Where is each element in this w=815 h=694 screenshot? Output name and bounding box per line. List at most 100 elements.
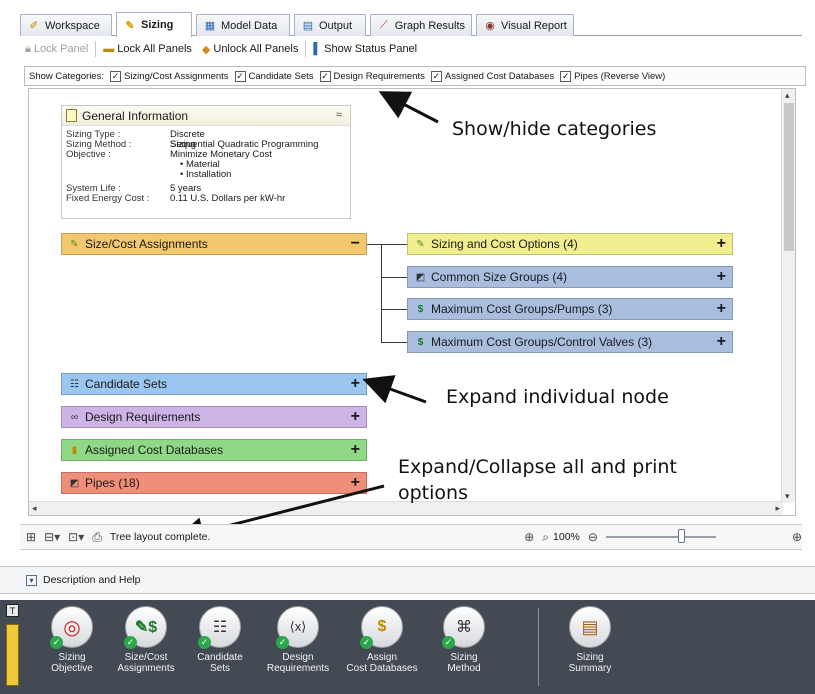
sizing-navigation-bar: T ◎ ✓ Sizing Objective ✎$ ✓ Size/Cost Assi… (0, 600, 815, 694)
nav-candidate-sets[interactable]: ☷ ✓ Candidate Sets (178, 606, 262, 674)
tab-model-data[interactable]: ▦ Model Data (196, 14, 290, 36)
check-icon: ✓ (276, 636, 289, 649)
description-and-help-label: Description and Help (43, 574, 141, 586)
lock-icon: 🔒︎ (25, 42, 31, 55)
checkbox-checked-icon: ✓ (319, 70, 331, 82)
check-icon: ✓ (50, 636, 63, 649)
fit-to-window-icon[interactable]: ⊕ (524, 530, 534, 544)
print-icon[interactable]: ⎙ (92, 530, 102, 545)
expand-all-dropdown-icon[interactable]: ⊟▾ (44, 530, 60, 544)
zoom-slider[interactable] (605, 529, 716, 543)
zoom-out-icon[interactable]: ⊖ (588, 530, 598, 544)
model-data-icon: ▦ (204, 20, 216, 32)
nav-sizing-method[interactable]: ⌘ ✓ Sizing Method (422, 606, 506, 674)
cost-database-icon: ▮ (71, 444, 78, 456)
tab-workspace[interactable]: ✐ Workspace (20, 14, 112, 36)
zoom-in-icon[interactable]: ⊕ (792, 530, 802, 544)
expand-plus-icon[interactable]: + (717, 300, 726, 318)
dollar-icon: $ (417, 303, 424, 315)
category-design-requirements-checkbox[interactable]: ✓ Design Requirements (319, 70, 425, 82)
tree-connector (381, 277, 407, 278)
nav-assign-cost-databases[interactable]: $ ✓ Assign Cost Databases (340, 606, 424, 674)
candidate-sets-icon: ☷ (70, 378, 79, 390)
sizing-method-icon: ⌘ ✓ (442, 606, 485, 649)
design-requirements-node[interactable]: ∞ Design Requirements + (61, 406, 367, 428)
vertical-scrollbar[interactable]: ▴ ▾ (781, 89, 795, 503)
candidate-sets-node[interactable]: ☷ Candidate Sets + (61, 373, 367, 395)
common-size-groups-node[interactable]: ◩ Common Size Groups (4) + (407, 266, 733, 288)
target-icon: ◎ ✓ (50, 606, 93, 649)
pin-icon[interactable]: T (6, 604, 19, 617)
category-candidate-sets-checkbox[interactable]: ✓ Candidate Sets (234, 70, 314, 82)
general-information-header[interactable]: General Information (62, 106, 350, 126)
show-categories-label: Show Categories: (29, 70, 104, 82)
category-assigned-cost-databases-checkbox[interactable]: ✓ Assigned Cost Databases (430, 70, 554, 82)
nav-design-requirements[interactable]: ⟨x⟩ ✓ Design Requirements (256, 606, 340, 674)
expand-plus-icon[interactable]: + (351, 441, 360, 459)
status-panel-icon: ▌ (313, 43, 322, 55)
vertical-scroll-thumb[interactable] (784, 103, 794, 251)
zoom-button[interactable]: ⌕ 100% (542, 530, 580, 545)
lock-all-icon: ▬ (103, 43, 115, 55)
checklist-icon[interactable] (6, 624, 19, 686)
infinity-icon: ∞ (70, 411, 79, 423)
collapse-minus-icon[interactable]: − (351, 235, 360, 253)
maximum-cost-groups-control-valves-node[interactable]: $ Maximum Cost Groups/Control Valves (3)… (407, 331, 733, 353)
expand-plus-icon[interactable]: + (351, 474, 360, 492)
expand-plus-icon[interactable]: + (717, 268, 726, 286)
panel-toolbar: 🔒︎ Lock Panel ▬ Lock All Panels ◆ Unlock… (20, 38, 802, 60)
category-pipes-checkbox[interactable]: ✓ Pipes (Reverse View) (560, 70, 665, 82)
unlock-all-panels-button[interactable]: ◆ Unlock All Panels (199, 43, 301, 56)
scroll-down-icon[interactable]: ▾ (785, 491, 790, 502)
nav-sizing-objective[interactable]: ◎ ✓ Sizing Objective (30, 606, 114, 674)
maximum-cost-groups-pumps-node[interactable]: $ Maximum Cost Groups/Pumps (3) + (407, 298, 733, 320)
general-information-title: General Information (82, 108, 189, 123)
tab-output[interactable]: ▤ Output (294, 14, 366, 36)
check-icon: ✓ (360, 636, 373, 649)
show-status-panel-button[interactable]: ▌ Show Status Panel (310, 43, 420, 55)
assigned-cost-databases-node[interactable]: ▮ Assigned Cost Databases + (61, 439, 367, 461)
category-sizing-cost-checkbox[interactable]: ✓ Sizing/Cost Assignments (109, 70, 229, 82)
tab-graph-results[interactable]: ⟋ Graph Results (370, 14, 472, 36)
candidate-sets-icon: ☷ ✓ (198, 606, 241, 649)
sizing-options-icon: ✎ (416, 238, 425, 250)
tree-connector (381, 342, 407, 343)
lock-all-panels-button[interactable]: ▬ Lock All Panels (100, 43, 195, 55)
zoom-level: 100% (553, 531, 580, 543)
unlock-all-icon: ◆ (201, 43, 211, 56)
checkbox-checked-icon: ✓ (109, 70, 121, 82)
pipe-icon: ◩ (69, 477, 80, 489)
check-icon: ✓ (124, 636, 137, 649)
expand-plus-icon[interactable]: + (351, 408, 360, 426)
expand-chevron-icon[interactable]: ▾ (26, 574, 37, 586)
description-and-help-bar[interactable]: ▾ Description and Help (0, 566, 815, 594)
nav-size-cost-assignments[interactable]: ✎$ ✓ Size/Cost Assignments (104, 606, 188, 674)
tab-sizing[interactable]: ✎ Sizing (116, 12, 192, 37)
tab-visual-report[interactable]: ◉ Visual Report (476, 14, 574, 36)
size-cost-assignments-node[interactable]: ✎ Size/Cost Assignments − (61, 233, 367, 255)
nav-sizing-summary[interactable]: ▤ Sizing Summary (548, 606, 632, 674)
sizing-pencil-icon: ✎ (125, 19, 135, 32)
tree-connector (381, 244, 407, 245)
expand-plus-icon[interactable]: + (717, 333, 726, 351)
graph-icon: ⟋ (379, 19, 388, 31)
scroll-left-icon[interactable]: ◂ (32, 503, 37, 514)
tree-connector (381, 244, 382, 342)
expand-plus-icon[interactable]: + (351, 375, 360, 393)
workspace-icon: ✐ (29, 20, 39, 32)
sizing-and-cost-options-node[interactable]: ✎ Sizing and Cost Options (4) + (407, 233, 733, 255)
tree-settings-icon[interactable]: ⊞ (26, 530, 36, 544)
output-table-icon: ▤ (302, 20, 314, 32)
clipboard-icon: ▤ (569, 606, 611, 648)
pipes-node[interactable]: ◩ Pipes (18) + (61, 472, 367, 494)
scroll-right-icon[interactable]: ▸ (775, 503, 780, 514)
expand-collapse-callout-line2: options (398, 482, 468, 504)
collapse-all-dropdown-icon[interactable]: ⊡▾ (68, 530, 84, 544)
collapse-chevron-icon[interactable]: ≈ (336, 109, 342, 121)
sizing-tree-view[interactable]: General Information ≈ Sizing Type : Disc… (28, 88, 796, 516)
expand-plus-icon[interactable]: + (717, 235, 726, 253)
scroll-up-icon[interactable]: ▴ (785, 90, 790, 101)
zoom-slider-thumb[interactable] (677, 529, 685, 543)
nav-divider (538, 608, 539, 686)
lock-panel-button[interactable]: 🔒︎ Lock Panel (22, 43, 91, 56)
